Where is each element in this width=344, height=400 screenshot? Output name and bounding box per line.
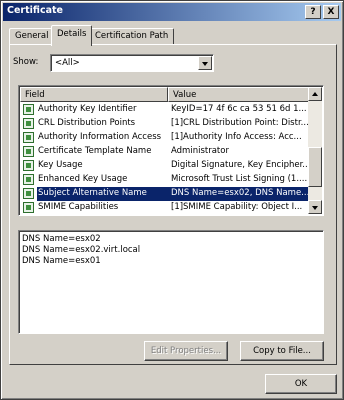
certificate-field-icon: [23, 160, 34, 171]
list-row[interactable]: Certificate Template Name Administrator: [20, 145, 310, 159]
row-value: Administrator: [171, 146, 229, 156]
row-field: Key Usage: [38, 160, 83, 170]
row-value: Microsoft Trust List Signing (1....: [171, 174, 308, 184]
detail-line: DNS Name=esx01: [22, 256, 101, 266]
certificate-dialog: Certificate ? X General Details Certific…: [0, 0, 344, 400]
column-header-value[interactable]: Value: [168, 87, 310, 102]
list-scrollbar[interactable]: [308, 87, 322, 214]
tab-certification-path[interactable]: Certification Path: [89, 28, 175, 45]
help-button[interactable]: ?: [305, 5, 321, 19]
tab-details[interactable]: Details: [51, 25, 93, 46]
row-field: CRL Distribution Points: [38, 118, 136, 128]
list-row[interactable]: CRL Distribution Points [1]CRL Distribut…: [20, 117, 310, 131]
fields-listview[interactable]: Field Value Authority Key Identifier Key…: [18, 85, 324, 216]
certificate-field-icon: [23, 202, 34, 213]
list-row[interactable]: Authority Key Identifier KeyID=17 4f 6c …: [20, 103, 310, 117]
certificate-field-icon: [23, 188, 34, 199]
close-button[interactable]: X: [323, 5, 339, 19]
row-value: DNS Name=esx02, DNS Name...: [169, 187, 310, 201]
chevron-down-icon[interactable]: [198, 56, 212, 70]
row-field: SMIME Capabilities: [38, 202, 119, 212]
row-value: [1]SMIME Capability: Object I...: [171, 202, 303, 212]
column-header-field[interactable]: Field: [20, 87, 168, 102]
list-rows: Authority Key Identifier KeyID=17 4f 6c …: [20, 103, 310, 215]
edit-properties-button[interactable]: Edit Properties...: [144, 341, 228, 361]
list-row[interactable]: Enhanced Key Usage Microsoft Trust List …: [20, 173, 310, 187]
row-value: [1]Authority Info Access: Acc...: [171, 132, 302, 142]
certificate-field-icon: [23, 132, 34, 143]
certificate-field-icon: [23, 174, 34, 185]
row-value: [1]CRL Distribution Point: Distr...: [171, 118, 309, 128]
list-header: Field Value: [20, 87, 310, 102]
row-value: Digital Signature, Key Encipher...: [171, 160, 310, 170]
list-row[interactable]: Authority Information Access [1]Authorit…: [20, 131, 310, 145]
row-field: Subject Alternative Name: [37, 187, 169, 201]
certificate-field-icon: [23, 146, 34, 157]
show-label: Show:: [13, 57, 39, 67]
certificate-field-icon: [23, 104, 34, 115]
detail-line: DNS Name=esx02.virt.local: [22, 245, 141, 255]
list-row[interactable]: SMIME Capabilities [1]SMIME Capability: …: [20, 201, 310, 215]
window-title: Certificate: [7, 5, 63, 16]
title-bar[interactable]: Certificate ? X: [3, 3, 341, 21]
row-field: Enhanced Key Usage: [38, 174, 128, 184]
chevron-down-icon: [312, 206, 318, 210]
list-row[interactable]: Key Usage Digital Signature, Key Enciphe…: [20, 159, 310, 173]
row-value: KeyID=17 4f 6c ca 53 51 6d 1...: [171, 104, 307, 114]
scroll-thumb[interactable]: [308, 147, 322, 187]
field-value-detail[interactable]: DNS Name=esx02 DNS Name=esx02.virt.local…: [18, 230, 324, 334]
detail-line: DNS Name=esx02: [22, 234, 101, 244]
scroll-down-button[interactable]: [308, 200, 322, 214]
row-field: Certificate Template Name: [38, 146, 152, 156]
row-field: Authority Key Identifier: [38, 104, 137, 114]
show-dropdown[interactable]: <All>: [50, 54, 214, 72]
chevron-up-icon: [312, 92, 318, 96]
scroll-up-button[interactable]: [308, 87, 322, 101]
list-row-selected[interactable]: Subject Alternative Name DNS Name=esx02,…: [20, 187, 310, 201]
show-dropdown-value: <All>: [55, 58, 80, 68]
certificate-field-icon: [23, 118, 34, 129]
ok-button[interactable]: OK: [265, 374, 337, 394]
row-field: Authority Information Access: [38, 132, 162, 142]
tab-general[interactable]: General: [9, 28, 55, 45]
copy-to-file-button[interactable]: Copy to File...: [240, 341, 324, 361]
